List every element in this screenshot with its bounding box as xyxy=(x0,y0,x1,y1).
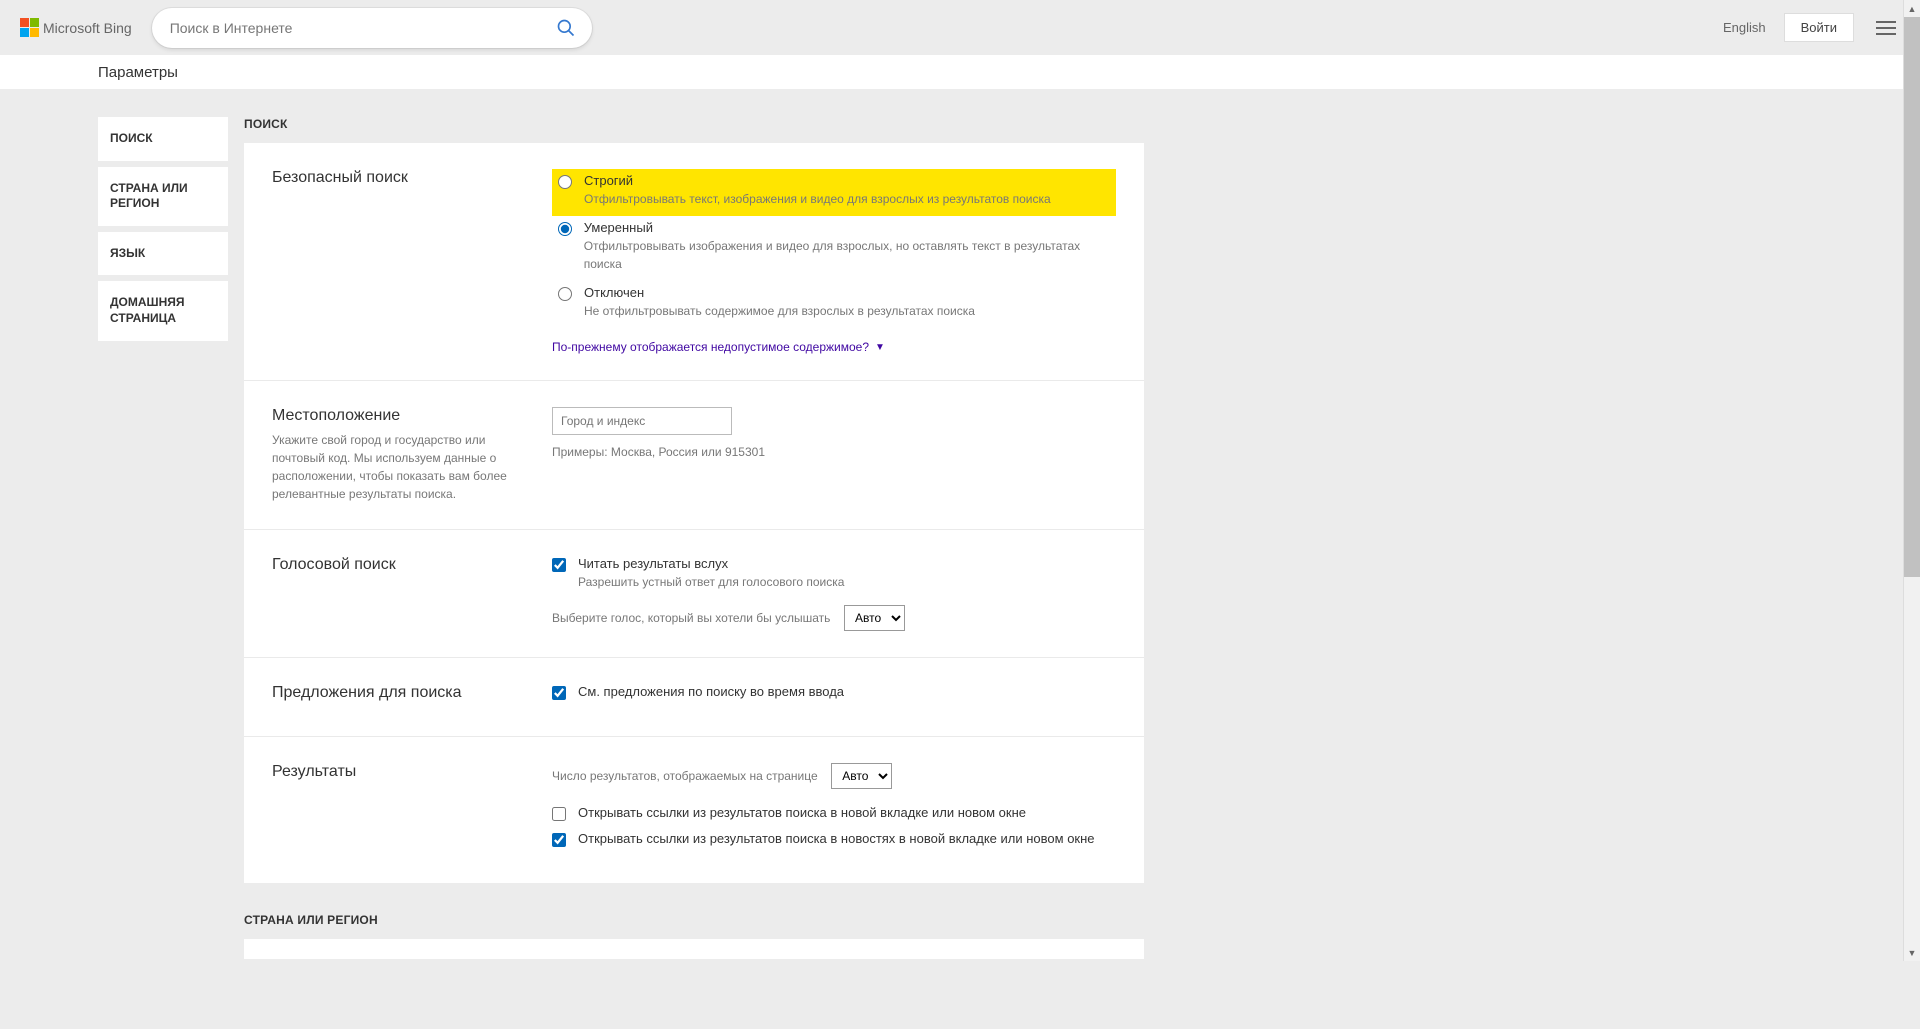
voice-title: Голосовой поиск xyxy=(272,556,536,574)
section-heading-search: ПОИСК xyxy=(244,117,1144,131)
radio-off-sub: Не отфильтровывать содержимое для взросл… xyxy=(584,302,975,320)
scroll-down-icon[interactable]: ▼ xyxy=(1904,944,1920,961)
voice-select[interactable]: Авто xyxy=(844,605,905,631)
voice-read-aloud[interactable]: Читать результаты вслух Разрешить устный… xyxy=(552,556,1116,591)
checkbox-newtab[interactable] xyxy=(552,807,566,821)
results-news-newtab-label: Открывать ссылки из результатов поиска в… xyxy=(578,831,1095,846)
radio-moderate-label: Умеренный xyxy=(584,220,1110,235)
suggestions-check-label: См. предложения по поиску во время ввода xyxy=(578,684,844,699)
radio-moderate-sub: Отфильтровывать изображения и видео для … xyxy=(584,237,1110,273)
radio-strict-label: Строгий xyxy=(584,173,1051,188)
radio-strict[interactable] xyxy=(558,175,572,189)
radio-strict-sub: Отфильтровывать текст, изображения и вид… xyxy=(584,190,1051,208)
radio-off[interactable] xyxy=(558,287,572,301)
content: ПОИСК СТРАНА ИЛИ РЕГИОН ЯЗЫК ДОМАШНЯЯ СТ… xyxy=(0,89,1920,1029)
sidebar-item-region[interactable]: СТРАНА ИЛИ РЕГИОН xyxy=(98,167,228,226)
page-title: Параметры xyxy=(98,64,178,81)
voice-check-sub: Разрешить устный ответ для голосового по… xyxy=(578,573,844,591)
checkbox-suggestions[interactable] xyxy=(552,686,566,700)
setting-location: Местоположение Укажите свой город и госу… xyxy=(244,381,1144,530)
main: ПОИСК Безопасный поиск Строгий Отфильтро… xyxy=(244,117,1144,989)
safesearch-option-strict[interactable]: Строгий Отфильтровывать текст, изображен… xyxy=(552,169,1116,216)
results-title: Результаты xyxy=(272,763,536,781)
panel-search: Безопасный поиск Строгий Отфильтровывать… xyxy=(244,143,1144,883)
sidebar-item-language[interactable]: ЯЗЫК xyxy=(98,232,228,276)
breadcrumb: Параметры xyxy=(0,55,1920,89)
panel-region xyxy=(244,939,1144,959)
location-title: Местоположение xyxy=(272,407,536,425)
header-right: English Войти xyxy=(1723,13,1900,42)
search-icon xyxy=(556,18,576,38)
checkbox-read-aloud[interactable] xyxy=(552,558,566,572)
setting-results: Результаты Число результатов, отображаем… xyxy=(244,737,1144,883)
sidebar-item-homepage[interactable]: ДОМАШНЯЯ СТРАНИЦА xyxy=(98,281,228,340)
logo-text: Microsoft Bing xyxy=(43,20,132,36)
search-button[interactable] xyxy=(546,8,586,48)
setting-safesearch: Безопасный поиск Строгий Отфильтровывать… xyxy=(244,143,1144,381)
section-heading-region: СТРАНА ИЛИ РЕГИОН xyxy=(244,913,1144,927)
location-desc: Укажите свой город и государство или поч… xyxy=(272,431,536,503)
suggestions-option[interactable]: См. предложения по поиску во время ввода xyxy=(552,684,1116,700)
safesearch-option-off[interactable]: Отключен Не отфильтровывать содержимое д… xyxy=(552,281,1116,328)
results-news-newtab-option[interactable]: Открывать ссылки из результатов поиска в… xyxy=(552,831,1116,847)
voice-select-label: Выберите голос, который вы хотели бы усл… xyxy=(552,611,830,625)
results-count-label: Число результатов, отображаемых на стран… xyxy=(552,769,818,783)
language-link[interactable]: English xyxy=(1723,20,1766,35)
scrollbar[interactable]: ▲ ▼ xyxy=(1903,0,1920,961)
sidebar: ПОИСК СТРАНА ИЛИ РЕГИОН ЯЗЫК ДОМАШНЯЯ СТ… xyxy=(98,117,228,341)
header: Microsoft Bing English Войти xyxy=(0,0,1920,55)
setting-suggestions: Предложения для поиска См. предложения п… xyxy=(244,658,1144,737)
safesearch-help-link[interactable]: По-прежнему отображается недопустимое со… xyxy=(552,340,1116,354)
location-helper: Примеры: Москва, Россия или 915301 xyxy=(552,445,1116,459)
scroll-up-icon[interactable]: ▲ xyxy=(1904,0,1920,17)
chevron-down-icon: ▼ xyxy=(875,342,885,353)
radio-moderate[interactable] xyxy=(558,222,572,236)
safesearch-option-moderate[interactable]: Умеренный Отфильтровывать изображения и … xyxy=(552,216,1116,281)
search-box xyxy=(152,8,592,48)
results-newtab-option[interactable]: Открывать ссылки из результатов поиска в… xyxy=(552,805,1116,821)
safesearch-title: Безопасный поиск xyxy=(272,169,536,187)
results-newtab-label: Открывать ссылки из результатов поиска в… xyxy=(578,805,1026,820)
search-input[interactable] xyxy=(170,20,546,36)
setting-voice: Голосовой поиск Читать результаты вслух … xyxy=(244,530,1144,658)
radio-off-label: Отключен xyxy=(584,285,975,300)
sidebar-item-search[interactable]: ПОИСК xyxy=(98,117,228,161)
voice-check-label: Читать результаты вслух xyxy=(578,556,844,571)
microsoft-logo-icon xyxy=(20,18,39,37)
scroll-thumb[interactable] xyxy=(1904,17,1920,577)
logo[interactable]: Microsoft Bing xyxy=(20,18,132,37)
suggestions-title: Предложения для поиска xyxy=(272,684,536,702)
location-input[interactable] xyxy=(552,407,732,435)
hamburger-menu-icon[interactable] xyxy=(1872,17,1900,39)
results-count-select[interactable]: Авто xyxy=(831,763,892,789)
signin-button[interactable]: Войти xyxy=(1784,13,1854,42)
checkbox-news-newtab[interactable] xyxy=(552,833,566,847)
